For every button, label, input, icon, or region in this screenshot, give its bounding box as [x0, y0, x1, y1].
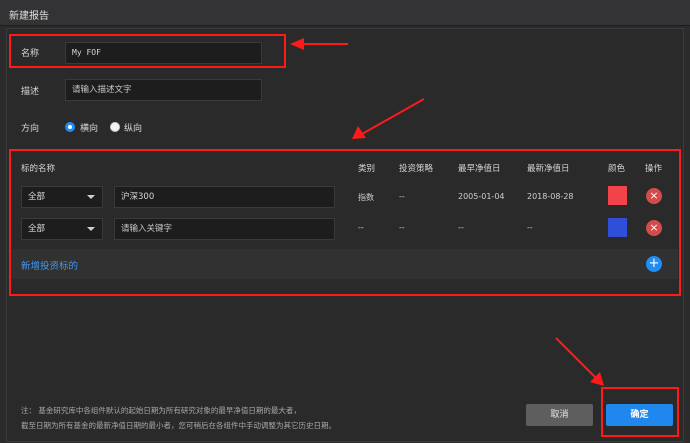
- cancel-button[interactable]: 取消: [526, 404, 593, 426]
- footer-note-line1: 注： 基金研究库中各组件默认的起始日期为所有研究对象的最早净值日期的最大者，: [21, 406, 301, 415]
- row1-category: 指数: [358, 193, 374, 202]
- chevron-down-icon: [87, 227, 95, 231]
- orientation-horizontal-label[interactable]: 横向: [80, 121, 98, 134]
- orientation-vertical-radio[interactable]: [110, 122, 120, 132]
- row1-strategy: --: [399, 192, 405, 201]
- row1-name-input[interactable]: 沪深300: [114, 186, 335, 208]
- row2-color-swatch[interactable]: [608, 218, 627, 237]
- row2-strategy: --: [399, 223, 405, 232]
- description-label: 描述: [21, 87, 40, 97]
- col-header-earliest-nav: 最早净值日: [458, 164, 501, 174]
- row1-scope-select[interactable]: 全部: [21, 186, 103, 208]
- row2-name-input[interactable]: 请输入关键字: [114, 218, 335, 240]
- col-header-latest-nav: 最新净值日: [527, 164, 570, 174]
- footer-note-line2: 截至日期为所有基金的最新净值日期的最小者，您可稍后在各组件中手动调整为其它历史日…: [21, 421, 336, 430]
- col-header-category: 类别: [358, 164, 376, 174]
- row2-delete-icon[interactable]: ×: [646, 220, 662, 236]
- row2-scope-select[interactable]: 全部: [21, 218, 103, 240]
- orientation-vertical-label[interactable]: 纵向: [124, 121, 142, 134]
- dialog-titlebar: 新建报告: [0, 0, 690, 26]
- chevron-down-icon: [87, 195, 95, 199]
- description-input[interactable]: 请输入描述文字: [65, 79, 262, 101]
- name-input[interactable]: My FOF: [65, 42, 262, 64]
- add-target-row: [10, 249, 678, 279]
- add-target-link[interactable]: 新增投资标的: [21, 258, 78, 272]
- row1-latest-nav: 2018-08-28: [527, 192, 574, 201]
- col-header-color: 颜色: [608, 164, 626, 174]
- row2-category: --: [358, 223, 364, 232]
- confirm-button[interactable]: 确定: [606, 404, 673, 426]
- row1-color-swatch[interactable]: [608, 186, 627, 205]
- row1-earliest-nav: 2005-01-04: [458, 192, 505, 201]
- orientation-horizontal-radio[interactable]: [65, 122, 75, 132]
- row2-earliest-nav: --: [458, 223, 464, 232]
- row2-scope-value: 全部: [28, 224, 46, 234]
- col-header-strategy: 投资策略: [399, 164, 434, 174]
- row1-scope-value: 全部: [28, 192, 46, 202]
- dialog-title: 新建报告: [9, 11, 49, 22]
- row1-delete-icon[interactable]: ×: [646, 188, 662, 204]
- col-header-name: 标的名称: [21, 164, 56, 174]
- name-label: 名称: [21, 49, 40, 59]
- plus-icon[interactable]: +: [646, 256, 662, 272]
- orientation-label: 方向: [21, 124, 40, 134]
- row2-latest-nav: --: [527, 223, 533, 232]
- col-header-action: 操作: [645, 164, 663, 174]
